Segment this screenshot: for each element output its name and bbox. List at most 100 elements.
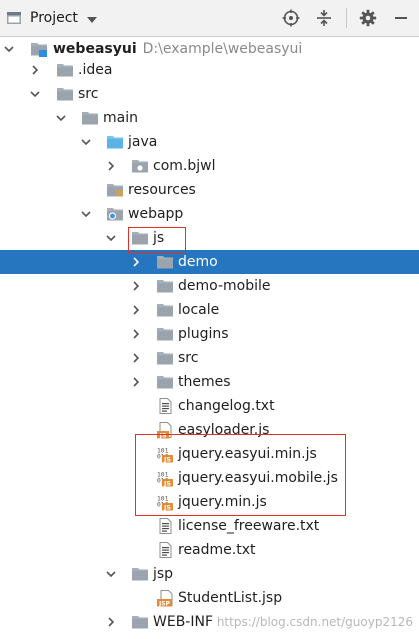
chevron-down-icon[interactable] (80, 130, 92, 154)
resources-folder-icon (106, 181, 124, 199)
tree-node-jsp[interactable]: jsp (0, 562, 419, 586)
chevron-right-icon[interactable] (130, 370, 142, 394)
gear-icon[interactable] (354, 4, 382, 32)
tree-node-js[interactable]: js (0, 226, 419, 250)
tree-node-webapp[interactable]: webapp (0, 202, 419, 226)
toolbar-divider (346, 8, 347, 28)
tree-node-label: src (78, 86, 99, 102)
folder-icon (156, 277, 174, 295)
tree-node-label: demo-mobile (178, 278, 271, 294)
root-name: webeasyui (53, 41, 137, 57)
tree-node-label: main (103, 110, 138, 126)
module-folder-icon (30, 40, 48, 58)
project-view-title: Project (30, 10, 78, 26)
tree-node-com-bjwl[interactable]: com.bjwl (0, 154, 419, 178)
minified-javascript-file-icon (156, 469, 174, 487)
tree-node-label: jquery.easyui.mobile.js (178, 470, 338, 486)
jsp-file-icon (156, 589, 174, 607)
chevron-right-icon[interactable] (130, 298, 142, 322)
tree-node-label: java (128, 134, 158, 150)
folder-icon (56, 85, 74, 103)
tree-node-label: jquery.min.js (178, 494, 267, 510)
tree-node-jquery-min[interactable]: jquery.min.js (0, 490, 419, 514)
chevron-right-icon[interactable] (130, 274, 142, 298)
project-view-icon (0, 0, 28, 36)
collapse-all-icon[interactable] (310, 4, 338, 32)
tree-node-label: readme.txt (178, 542, 256, 558)
tree-node-changelog[interactable]: changelog.txt (0, 394, 419, 418)
folder-icon (131, 613, 149, 631)
tree-node-idea[interactable]: .idea (0, 58, 419, 82)
project-toolbar: Project (0, 0, 419, 37)
minified-javascript-file-icon (156, 493, 174, 511)
tree-node-java[interactable]: java (0, 130, 419, 154)
tree-node-src[interactable]: src (0, 82, 419, 106)
folder-icon (81, 109, 99, 127)
chevron-down-icon[interactable] (29, 82, 41, 106)
tree-node-demo-mobile[interactable]: demo-mobile (0, 274, 419, 298)
folder-icon (56, 61, 74, 79)
tree-node-label: .idea (78, 62, 113, 78)
chevron-right-icon[interactable] (130, 322, 142, 346)
javascript-file-icon (156, 421, 174, 439)
minified-javascript-file-icon (156, 445, 174, 463)
tree-node-label: changelog.txt (178, 398, 275, 414)
tree-node-label: license_freeware.txt (178, 518, 320, 534)
watermark: https://blog.csdn.net/guoyp2126 (216, 615, 413, 629)
tree-node-label: com.bjwl (153, 158, 216, 174)
tree-node-label: js (153, 230, 165, 246)
tree-node-label: themes (178, 374, 231, 390)
tree-node-jquery-easyui-mobile[interactable]: jquery.easyui.mobile.js (0, 466, 419, 490)
package-icon (131, 157, 149, 175)
tree-node-label: WEB-INF (153, 614, 213, 630)
chevron-right-icon[interactable] (105, 610, 117, 634)
folder-icon (156, 301, 174, 319)
folder-icon (131, 565, 149, 583)
chevron-right-icon[interactable] (29, 58, 41, 82)
tree-node-studentlist[interactable]: StudentList.jsp (0, 586, 419, 610)
chevron-right-icon[interactable] (130, 250, 142, 274)
tree-node-resources[interactable]: resources (0, 178, 419, 202)
tree-node-jquery-easyui-min[interactable]: jquery.easyui.min.js (0, 442, 419, 466)
folder-icon (156, 373, 174, 391)
tree-node-label: webapp (128, 206, 184, 222)
tree-node-main[interactable]: main (0, 106, 419, 130)
tree-node-plugins[interactable]: plugins (0, 322, 419, 346)
hide-panel-icon[interactable] (387, 4, 415, 32)
tree-node-label: locale (178, 302, 220, 318)
tree-node-label: demo (178, 254, 218, 270)
chevron-right-icon[interactable] (130, 346, 142, 370)
tree-node-easyloader[interactable]: easyloader.js (0, 418, 419, 442)
tree-node-license[interactable]: license_freeware.txt (0, 514, 419, 538)
folder-icon (156, 253, 174, 271)
chevron-down-icon[interactable] (105, 562, 117, 586)
chevron-right-icon[interactable] (105, 154, 117, 178)
project-view-selector[interactable]: Project (0, 0, 97, 36)
chevron-down-icon[interactable] (105, 226, 117, 250)
root-path: D:\example\webeasyui (142, 41, 303, 57)
web-folder-icon (106, 205, 124, 223)
text-file-icon (156, 397, 174, 415)
folder-icon (156, 349, 174, 367)
chevron-down-icon[interactable] (55, 106, 67, 130)
tree-node-label: jsp (153, 566, 174, 582)
tree-node-label: src (178, 350, 199, 366)
tree-node-label: resources (128, 182, 196, 198)
project-tree: webeasyui D:\example\webeasyui .idea src … (0, 37, 419, 639)
folder-icon (156, 325, 174, 343)
tree-node-demo[interactable]: demo (0, 250, 419, 274)
dropdown-caret-icon (86, 11, 97, 27)
tree-node-label: easyloader.js (178, 422, 270, 438)
tree-node-themes[interactable]: themes (0, 370, 419, 394)
tree-node-js-src[interactable]: src (0, 346, 419, 370)
tree-node-label: StudentList.jsp (178, 590, 283, 606)
folder-icon (131, 229, 149, 247)
chevron-down-icon[interactable] (80, 202, 92, 226)
text-file-icon (156, 541, 174, 559)
locate-target-icon[interactable] (277, 4, 305, 32)
tree-node-label: jquery.easyui.min.js (178, 446, 317, 462)
tree-node-locale[interactable]: locale (0, 298, 419, 322)
text-file-icon (156, 517, 174, 535)
source-folder-icon (106, 133, 124, 151)
tree-node-readme[interactable]: readme.txt (0, 538, 419, 562)
